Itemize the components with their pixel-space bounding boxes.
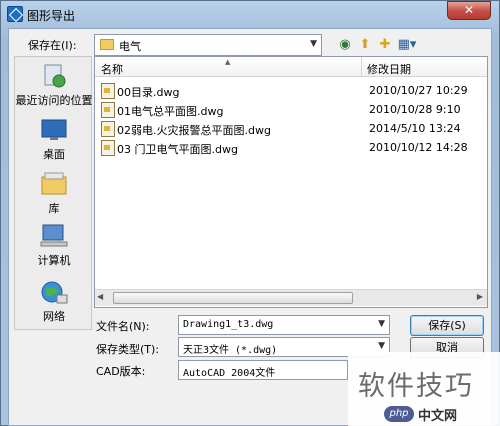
scrollbar-thumb[interactable] bbox=[113, 292, 353, 304]
place-computer[interactable]: 计算机 bbox=[15, 223, 93, 268]
place-label: 库 bbox=[48, 202, 60, 215]
file-name: 01电气总平面图.dwg bbox=[117, 105, 224, 118]
column-header-name[interactable]: 名称 bbox=[101, 61, 123, 77]
place-recent[interactable]: 最近访问的位置 bbox=[15, 63, 93, 108]
filename-input[interactable]: Drawing1_t3.dwg ▼ bbox=[178, 315, 390, 335]
up-folder-icon[interactable]: ⬆ bbox=[356, 36, 374, 54]
column-header-date[interactable]: 修改日期 bbox=[367, 61, 411, 77]
dwg-file-icon bbox=[101, 102, 115, 118]
list-header: 名称 ▲ 修改日期 bbox=[95, 57, 487, 77]
chevron-down-icon: ▼ bbox=[310, 39, 317, 49]
scroll-left-icon[interactable]: ◀ bbox=[97, 292, 103, 301]
list-item[interactable]: 00目录.dwg 2010/10/27 10:29 bbox=[99, 81, 479, 100]
file-date: 2010/10/12 14:28 bbox=[369, 141, 468, 154]
dwg-file-icon bbox=[101, 121, 115, 137]
app-icon bbox=[7, 6, 23, 22]
place-label: 计算机 bbox=[37, 254, 71, 267]
list-item[interactable]: 02弱电.火灾报警总平面图.dwg 2014/5/10 13:24 bbox=[99, 119, 479, 138]
chevron-down-icon[interactable]: ▼ bbox=[378, 319, 385, 329]
close-button[interactable]: ✕ bbox=[447, 1, 491, 20]
file-date: 2014/5/10 13:24 bbox=[369, 122, 461, 135]
place-label: 桌面 bbox=[43, 148, 65, 161]
dwg-file-icon bbox=[101, 140, 115, 156]
scroll-right-icon[interactable]: ▶ bbox=[477, 292, 483, 301]
network-icon bbox=[39, 279, 69, 305]
file-name: 00目录.dwg bbox=[117, 86, 180, 99]
back-icon[interactable]: ◉ bbox=[336, 36, 354, 54]
sort-arrow-icon: ▲ bbox=[225, 58, 231, 66]
place-label: 网络 bbox=[43, 310, 65, 323]
php-logo-badge: php bbox=[384, 406, 414, 422]
lookin-value: 电气 bbox=[119, 40, 141, 53]
new-folder-icon[interactable]: ✚ bbox=[376, 36, 394, 54]
views-menu-icon[interactable]: ▦▾ bbox=[396, 36, 418, 54]
file-name: 02弱电.火灾报警总平面图.dwg bbox=[117, 124, 271, 137]
filetype-value: 天正3文件 (*.dwg) bbox=[183, 345, 278, 356]
desktop-icon bbox=[39, 117, 69, 143]
recent-places-icon bbox=[39, 63, 69, 89]
folder-icon bbox=[100, 39, 114, 50]
cad-version-value: AutoCAD 2004文件 bbox=[183, 368, 276, 379]
place-library[interactable]: 库 bbox=[15, 171, 93, 216]
file-date: 2010/10/28 9:10 bbox=[369, 103, 461, 116]
places-bar: 最近访问的位置 桌面 库 计算机 网络 bbox=[14, 56, 93, 330]
chevron-down-icon[interactable]: ▼ bbox=[378, 341, 385, 351]
computer-icon bbox=[39, 223, 69, 249]
watermark-site-name: 中文网 bbox=[418, 409, 458, 424]
place-network[interactable]: 网络 bbox=[15, 279, 93, 324]
window-title: 图形导出 bbox=[27, 9, 76, 23]
filename-value: Drawing1_t3.dwg bbox=[183, 319, 274, 330]
dwg-file-icon bbox=[101, 83, 115, 99]
save-button[interactable]: 保存(S) bbox=[410, 315, 484, 336]
column-divider[interactable] bbox=[361, 57, 362, 77]
filename-label: 文件名(N): bbox=[96, 320, 150, 333]
place-label: 最近访问的位置 bbox=[15, 94, 93, 107]
file-name: 03 门卫电气平面图.dwg bbox=[117, 143, 238, 156]
place-desktop[interactable]: 桌面 bbox=[15, 117, 93, 162]
cad-version-label: CAD版本: bbox=[96, 365, 146, 378]
watermark-text: 软件技巧 bbox=[358, 371, 474, 402]
list-item[interactable]: 03 门卫电气平面图.dwg 2010/10/12 14:28 bbox=[99, 138, 479, 157]
file-date: 2010/10/27 10:29 bbox=[369, 84, 468, 97]
cad-version-select[interactable]: AutoCAD 2004文件 bbox=[178, 360, 348, 380]
file-list[interactable]: 名称 ▲ 修改日期 00目录.dwg 2010/10/27 10:29 01电气… bbox=[94, 56, 488, 308]
horizontal-scrollbar[interactable]: ◀ ▶ bbox=[95, 289, 487, 306]
filetype-label: 保存类型(T): bbox=[96, 343, 160, 356]
lookin-dropdown[interactable]: 电气 ▼ bbox=[94, 34, 322, 56]
library-icon bbox=[39, 171, 69, 197]
list-item[interactable]: 01电气总平面图.dwg 2010/10/28 9:10 bbox=[99, 100, 479, 119]
title-bar[interactable]: 图形导出 bbox=[1, 1, 499, 27]
lookin-label: 保存在(I): bbox=[28, 39, 77, 52]
